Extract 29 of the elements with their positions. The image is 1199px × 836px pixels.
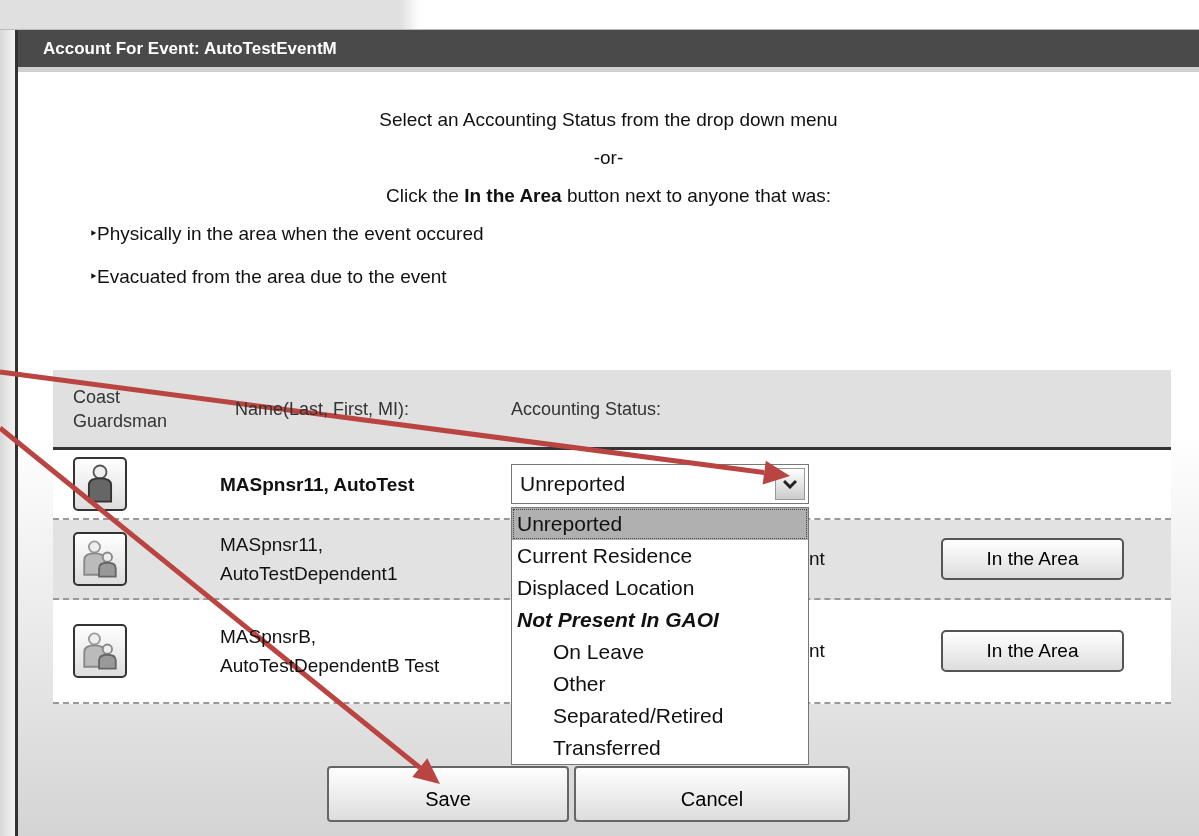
dropdown-option[interactable]: Transferred (512, 732, 808, 764)
people-icon[interactable] (73, 624, 127, 678)
status-select[interactable]: Unreported (511, 464, 809, 504)
person-name: MASpnsr11, AutoTest (220, 472, 416, 497)
dropdown-option[interactable]: Current Residence (512, 540, 808, 572)
save-button[interactable]: Save (327, 766, 569, 822)
bullet-text: ‣Evacuated from the area due to the event (90, 266, 447, 287)
in-area-button[interactable]: In the Area (941, 630, 1124, 672)
people-icon[interactable] (73, 532, 127, 586)
person-name: MASpnsr11, AutoTestDependent1 (220, 533, 399, 586)
dropdown-option[interactable]: Separated/Retired (512, 700, 808, 732)
dropdown-option[interactable]: Other (512, 668, 808, 700)
dialog-title: Account For Event: AutoTestEventM (18, 30, 1199, 72)
instruction-text: -or- (593, 147, 624, 168)
dropdown-option[interactable]: Unreported (512, 508, 808, 540)
instruction-text: Click the In the Area button next to anyone that was: (386, 185, 831, 206)
status-text: nt (809, 547, 825, 569)
caret-icon (783, 479, 797, 489)
in-area-button[interactable]: In the Area (941, 538, 1124, 580)
cancel-button[interactable]: Cancel (574, 766, 850, 822)
dropdown-option[interactable]: On Leave (512, 636, 808, 668)
option-group-label: Not Present In GAOI (516, 607, 720, 633)
bullet-text: ‣Physically in the area when the event occured (90, 223, 484, 244)
status-text: nt (809, 639, 825, 661)
person-icon[interactable] (73, 457, 127, 511)
column-header: Coast Guardsman (72, 385, 169, 433)
instruction-text: Select an Accounting Status from the drop down menu (379, 109, 838, 130)
column-header: Accounting Status: (511, 397, 663, 421)
dropdown-option[interactable]: Displaced Location (512, 572, 808, 604)
